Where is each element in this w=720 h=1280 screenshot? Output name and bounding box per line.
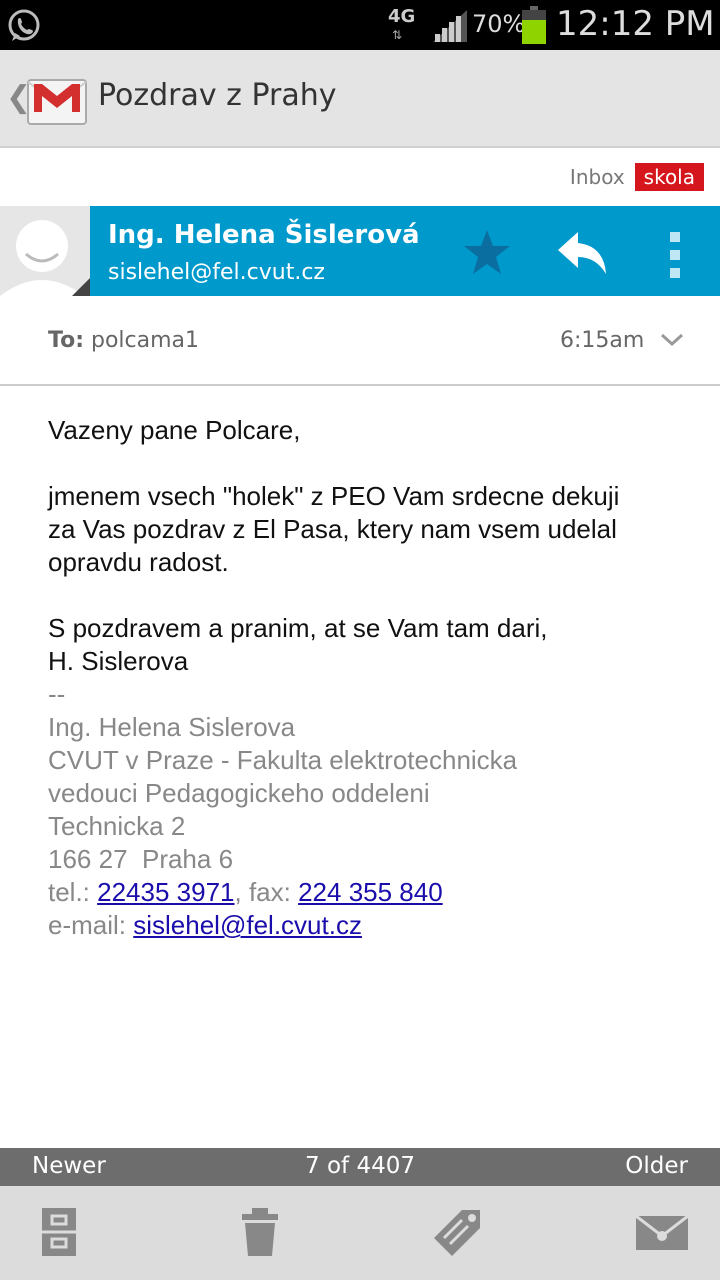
message-labels: Inbox skola — [570, 162, 704, 192]
newer-button[interactable]: Newer — [32, 1153, 106, 1179]
clock: 12:12 PM — [556, 4, 715, 44]
label-skola[interactable]: skola — [634, 163, 704, 191]
closing-line: S pozdravem a pranim, at se Vam tam dari… — [48, 613, 548, 643]
signature-separator: -- — [48, 679, 66, 709]
body-line: opravdu radost. — [48, 547, 229, 577]
to-recipient: polcama1 — [91, 328, 200, 353]
fax-link[interactable]: 224 355 840 — [298, 877, 443, 907]
chevron-down-icon[interactable] — [660, 332, 684, 348]
message-time: 6:15am — [560, 328, 645, 353]
body-line: jmenem vsech "holek" z PEO Vam srdecne d… — [48, 481, 620, 511]
sender-name: Ing. Helena Šislerová — [108, 220, 420, 250]
avatar[interactable] — [0, 206, 90, 296]
body-line: za Vas pozdrav z El Pasa, ktery nam vsem… — [48, 514, 617, 544]
signature: -- Ing. Helena Sislerova CVUT v Praze - … — [48, 678, 708, 942]
email-link[interactable]: sislehel@fel.cvut.cz — [133, 910, 362, 940]
sender-email: sislehel@fel.cvut.cz — [108, 260, 325, 285]
battery-percent: 70% — [472, 10, 526, 38]
signal-icon — [433, 10, 467, 42]
label-inbox[interactable]: Inbox — [570, 165, 625, 189]
data-activity-icon: ⇅ — [392, 28, 403, 42]
signature-line: Ing. Helena Sislerova — [48, 712, 296, 742]
to-label: To: — [48, 328, 84, 353]
tel-label: tel.: — [48, 877, 98, 907]
star-icon[interactable] — [460, 226, 514, 280]
gmail-logo-icon[interactable] — [26, 66, 88, 128]
whatsapp-icon — [8, 9, 40, 41]
recipient-row[interactable]: To: polcama1 6:15am — [0, 296, 720, 386]
signature-line: vedouci Pedagogickeho oddeleni — [48, 778, 430, 808]
signature-phone-line: tel.: 22435 3971, fax: 224 355 840 — [48, 876, 708, 909]
network-type: 4G — [388, 6, 416, 27]
action-bar: ❮ Pozdrav z Prahy — [0, 50, 720, 148]
status-bar: 4G ⇅ 70% 12:12 PM — [0, 0, 720, 50]
delete-icon[interactable] — [234, 1206, 286, 1258]
greeting: Vazeny pane Polcare, — [48, 415, 301, 445]
signature-email-line: e-mail: sislehel@fel.cvut.cz — [48, 909, 708, 942]
email-label: e-mail: — [48, 910, 134, 940]
sender-header[interactable]: Ing. Helena Šislerová sislehel@fel.cvut.… — [0, 206, 720, 296]
labels-icon[interactable] — [432, 1206, 484, 1258]
closing-line: H. Sislerova — [48, 646, 189, 676]
older-button[interactable]: Older — [625, 1153, 688, 1179]
message-position: 7 of 4407 — [305, 1153, 415, 1179]
mark-unread-icon[interactable] — [634, 1206, 690, 1258]
fax-label: , fax: — [234, 877, 299, 907]
reply-icon[interactable] — [556, 228, 612, 276]
signature-line: CVUT v Praze - Fakulta elektrotechnicka — [48, 745, 518, 775]
conversation-title: Pozdrav z Prahy — [98, 78, 337, 113]
battery-icon — [522, 6, 546, 44]
signature-line: 166 27 Praha 6 — [48, 844, 234, 874]
phone-link[interactable]: 22435 3971 — [97, 877, 234, 907]
archive-icon[interactable] — [34, 1206, 86, 1258]
bottom-action-bar — [0, 1186, 720, 1280]
overflow-menu-icon[interactable] — [668, 230, 682, 280]
pager-bar: 7 of 4407 Newer Older — [0, 1148, 720, 1186]
message-body: Vazeny pane Polcare, jmenem vsech "holek… — [48, 414, 708, 942]
signature-line: Technicka 2 — [48, 811, 186, 841]
